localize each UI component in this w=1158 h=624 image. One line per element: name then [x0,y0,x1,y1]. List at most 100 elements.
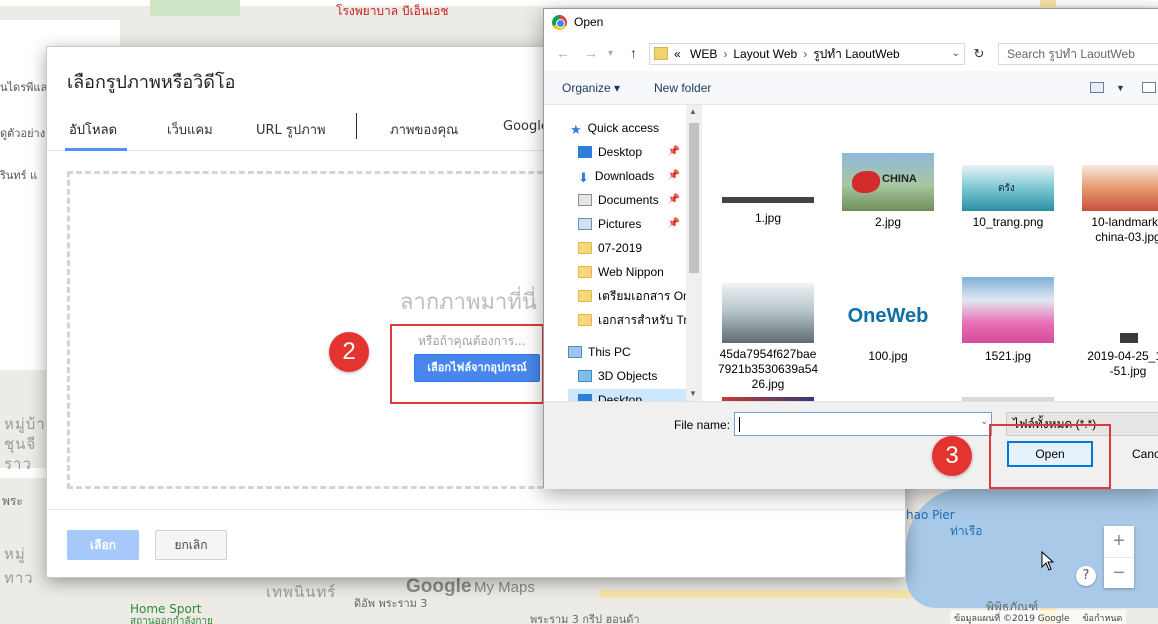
file-name: 2.jpg [874,215,902,229]
up-arrow-icon[interactable]: ↑ [630,45,637,61]
nav-item-this-pc[interactable]: This PC [568,341,631,363]
back-arrow-icon[interactable]: ← [556,45,570,61]
forward-arrow-icon[interactable]: → [584,45,598,61]
thumbnail-text: ตรัง [998,183,1015,194]
nav-item-desktop-selected[interactable]: Desktop [568,389,686,401]
documents-icon [578,194,592,206]
navigation-pane: ★ Quick access Desktop 📌 ⬇ Downloads 📌 Docum… [544,105,702,401]
map-label: พระราม 3 กรีป ฮอนด้า [530,613,640,624]
file-item[interactable]: OneWeb 100.jpg [828,277,948,397]
file-name-line: 7921b3530639a54 [717,362,819,376]
address-bar[interactable]: « WEB › Layout Web › รูปทำ LaoutWeb ⌄ [649,43,965,65]
nav-item-label: เอกสารสำหรับ Trai [598,313,697,327]
file-name-label: File name: [674,418,731,432]
preview-pane-icon[interactable] [1142,82,1156,93]
map-label: พระ [2,494,23,508]
file-item[interactable]: CHINA 2.jpg [828,115,948,235]
folder-icon [578,266,592,278]
breadcrumb-item[interactable]: รูปทำ LaoutWeb [813,47,900,61]
new-folder-button[interactable]: New folder [654,81,711,95]
dialog-titlebar[interactable]: Open [544,9,1158,37]
scrollbar-thumb[interactable] [689,123,699,273]
organize-menu[interactable]: Organize ▾ [562,81,620,95]
zoom-out-button[interactable]: − [1104,557,1134,588]
cancel-button[interactable]: ยกเลิก [155,530,227,560]
map-label: ทาว [4,569,34,587]
tab-webcam[interactable]: เว็บแคม [167,119,213,140]
cancel-button[interactable]: Cancel [1114,441,1158,467]
tab-image-url[interactable]: URL รูปภาพ [256,119,326,140]
nav-item-label: 07-2019 [598,241,643,255]
file-item[interactable]: ตรัง 10_trang.png [948,115,1068,235]
nav-item-label: Desktop [598,145,643,159]
zoom-in-button[interactable]: + [1104,526,1134,557]
refresh-icon[interactable]: ↻ [970,43,988,65]
map-label: สถานออกกำลังกาย [130,616,213,624]
desktop-icon [578,394,592,401]
file-item[interactable]: 2019-04-25_13 -51.jpg [1068,277,1158,397]
chevron-down-icon[interactable]: ⌄ [980,416,988,427]
file-item[interactable]: 1.jpg [708,115,828,235]
file-name: 1521.jpg [984,349,1032,363]
dialog-toolbar: Organize ▾ New folder ▼ [544,71,1158,105]
nav-item-desktop[interactable]: Desktop 📌 [578,141,686,163]
pc-icon [568,346,582,358]
file-name-line: 10-landmark-i [1091,215,1158,229]
address-dropdown-icon[interactable]: ⌄ [952,44,960,64]
background-label: รินทร์ แ [0,169,38,182]
nav-item-pictures[interactable]: Pictures 📌 [578,213,686,235]
nav-item-folder[interactable]: เอกสารสำหรับ Trai [578,309,697,331]
file-name-line: 26.jpg [751,377,785,391]
scroll-up-icon[interactable]: ▲ [689,107,697,116]
file-name-input[interactable]: ⌄ [734,412,992,436]
nav-item-folder[interactable]: 07-2019 [578,237,642,259]
nav-pane-scrollbar[interactable]: ▲ ▼ [686,105,702,401]
recent-chevron-icon[interactable]: ▾ [608,48,613,59]
nav-item-downloads[interactable]: ⬇ Downloads 📌 [578,165,686,187]
file-item[interactable]: 1521.jpg [948,277,1068,397]
map-terms-link[interactable]: ข้อกำหนด [1082,614,1122,624]
file-name: 10_trang.png [972,215,1044,229]
help-button[interactable]: ? [1076,566,1096,586]
nav-item-documents[interactable]: Documents 📌 [578,189,686,211]
change-view-icon[interactable] [1090,82,1104,93]
nav-item-quick-access[interactable]: ★ Quick access [570,117,659,139]
nav-item-label: Downloads [594,169,655,183]
background-label: นไดรพีแล [0,81,48,94]
map-park [150,0,240,16]
thumbnail-text: CHINA [882,173,917,185]
file-thumbnail [722,197,814,203]
nav-item-3d-objects[interactable]: 3D Objects [578,365,657,387]
nav-item-folder[interactable]: เตรียมเอกสาร Onsi [578,285,698,307]
map-label: ราว [4,455,32,473]
nav-item-folder[interactable]: Web Nippon [578,261,664,283]
map-label-pier: hao Pier [906,508,955,522]
nav-item-label: Desktop [598,393,643,401]
nav-item-label: Pictures [598,217,642,231]
tab-upload[interactable]: อัปโหลด [69,119,117,140]
file-name-line: 2019-04-25_13 [1087,349,1158,363]
file-item[interactable]: 10-landmark-i china-03.jpg [1068,115,1158,245]
view-options-chevron-icon[interactable]: ▼ [1116,83,1125,93]
breadcrumb-item[interactable]: WEB [690,47,717,61]
breadcrumb-item[interactable]: Layout Web [733,47,797,61]
tab-your-photos[interactable]: ภาพของคุณ [390,119,458,140]
map-attribution: ข้อมูลแผนที่ ©2019 Google ข้อกำหนด [950,610,1127,624]
pictures-icon [578,218,592,230]
file-name-line: 45da7954f627bae [719,347,817,361]
breadcrumb-overflow[interactable]: « [674,47,681,61]
dialog-title: Open [574,15,604,29]
search-input[interactable]: Search รูปทำ LaoutWeb [998,43,1158,65]
nav-item-label: This PC [588,345,631,359]
file-thumbnail: OneWeb [842,293,934,343]
step-badge-3: 3 [932,436,972,476]
picker-footer: เลือก ยกเลิก [47,509,907,579]
tab-google[interactable]: Google [503,119,549,134]
scroll-down-icon[interactable]: ▼ [689,389,697,398]
file-item[interactable]: 45da7954f627bae 7921b3530639a54 26.jpg [708,277,828,397]
nav-item-label: Web Nippon [598,265,664,279]
file-open-dialog: Open ← → ▾ ↑ « WEB › Layout Web › รูปทำ Laou… [543,8,1158,489]
select-button[interactable]: เลือก [67,530,139,560]
folder-icon [578,242,592,254]
nav-item-label: Documents [598,193,659,207]
